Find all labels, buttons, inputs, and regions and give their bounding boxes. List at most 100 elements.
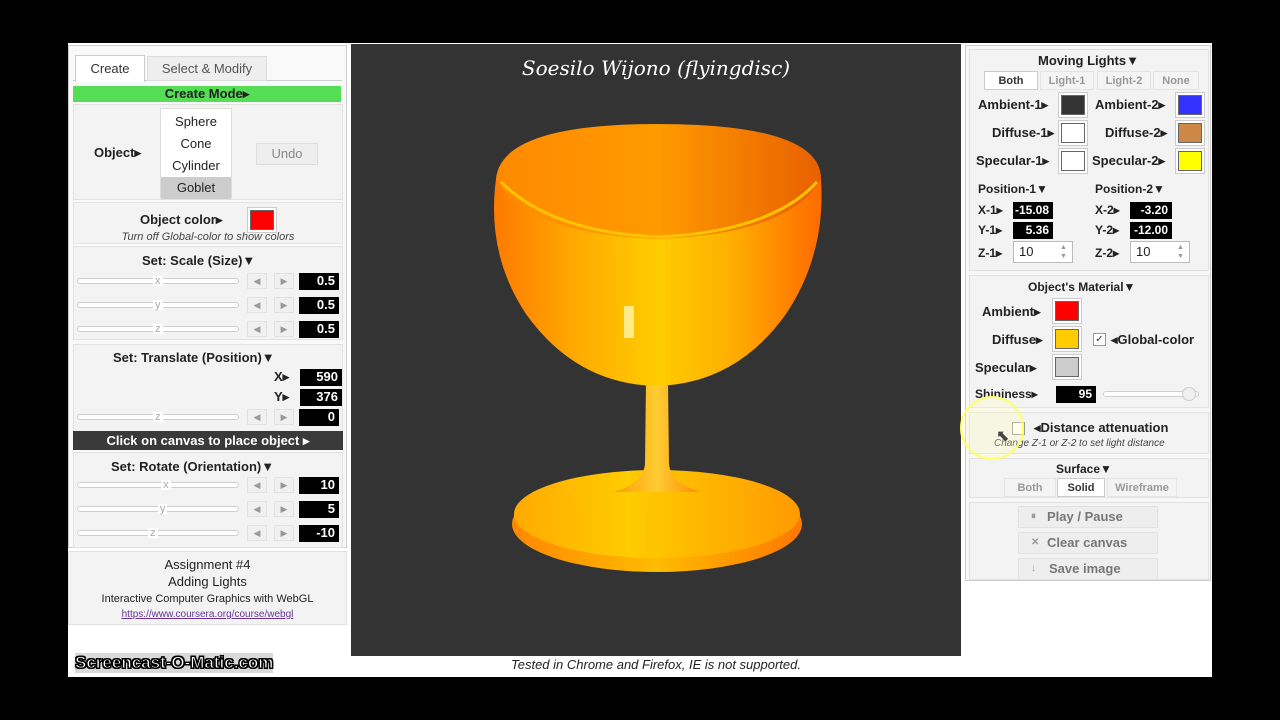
scale-z-decrement-icon[interactable]: ◀ [247, 321, 267, 337]
scale-z-value: 0.5 [299, 321, 339, 338]
goblet-specular [624, 306, 634, 338]
rotate-y-value: 5 [299, 501, 339, 518]
undo-button[interactable]: Undo [256, 143, 318, 165]
scale-x-decrement-icon[interactable]: ◀ [247, 273, 267, 289]
light-tab-none[interactable]: None [1153, 71, 1199, 90]
translate-z-decrement-icon[interactable]: ◀ [247, 409, 267, 425]
diffuse-1-color[interactable] [1059, 121, 1087, 145]
rotate-y-axis-label: y [157, 503, 168, 515]
specular-2-swatch[interactable] [1175, 148, 1205, 174]
scale-z-increment-icon[interactable]: ▶ [274, 321, 294, 337]
scale-y-value: 0.5 [299, 297, 339, 314]
scale-x-increment-icon[interactable]: ▶ [274, 273, 294, 289]
scale-y-decrement-icon[interactable]: ◀ [247, 297, 267, 313]
object-section: Object▸ Sphere Cone Cylinder Goblet Undo [73, 104, 343, 200]
translate-y-value: 376 [300, 389, 342, 406]
scale-title: Set: Scale (Size)▼ [142, 253, 256, 268]
material-diffuse-color[interactable] [1053, 327, 1081, 351]
shininess-value: 95 [1056, 386, 1096, 403]
global-color-label: ◂Global-color [1111, 332, 1195, 347]
specular-1-swatch[interactable] [1058, 148, 1088, 174]
rotate-y-decrement-icon[interactable]: ◀ [247, 501, 267, 517]
mouse-cursor-icon: ⬉ [996, 428, 1010, 445]
diffuse-2-color[interactable] [1176, 121, 1204, 145]
scale-y-increment-icon[interactable]: ▶ [274, 297, 294, 313]
distance-label: ◂Distance attenuation [1034, 420, 1169, 435]
surface-tab-both[interactable]: Both [1004, 478, 1056, 497]
save-image-button[interactable]: ↓ Save image [1018, 558, 1158, 580]
create-mode-bar[interactable]: Create Mode▸ [73, 86, 341, 102]
light-tab-light-2[interactable]: Light-2 [1097, 71, 1151, 90]
object-option-cone[interactable]: Cone [161, 133, 231, 155]
diffuse-2-swatch[interactable] [1175, 120, 1205, 146]
material-specular-color[interactable] [1053, 355, 1081, 379]
translate-z-increment-icon[interactable]: ▶ [274, 409, 294, 425]
specular-1-color[interactable] [1059, 149, 1087, 173]
rotate-x-increment-icon[interactable]: ▶ [274, 477, 294, 493]
surface-tab-wireframe[interactable]: Wireframe [1107, 478, 1177, 497]
ambient-2-color[interactable] [1176, 93, 1204, 117]
surface-title: Surface▼ [1056, 462, 1112, 476]
goblet-render [494, 124, 822, 572]
play-pause-button[interactable]: ⏸ Play / Pause [1018, 506, 1158, 528]
rotate-z-decrement-icon[interactable]: ◀ [247, 525, 267, 541]
global-color-checkbox[interactable]: ✓ [1093, 333, 1106, 346]
ambient-1-color[interactable] [1059, 93, 1087, 117]
y-2-value: -12.00 [1130, 222, 1172, 239]
rotate-x-slider[interactable] [77, 482, 239, 488]
z-1-input[interactable]: 10 ▲ ▼ [1013, 241, 1073, 263]
translate-z-value: 0 [299, 409, 339, 426]
material-ambient-color[interactable] [1053, 299, 1081, 323]
webgl-canvas[interactable]: Soesilo Wijono (flyingdisc) [351, 44, 961, 656]
translate-x-label: X▸ [274, 369, 290, 384]
position-1-title: Position-1▼ [978, 182, 1048, 196]
material-diffuse-swatch[interactable] [1052, 326, 1082, 352]
translate-title: Set: Translate (Position)▼ [113, 350, 275, 365]
rotate-z-slider[interactable] [77, 530, 239, 536]
object-option-goblet[interactable]: Goblet [161, 177, 231, 199]
material-specular-swatch[interactable] [1052, 354, 1082, 380]
lights-section: Moving Lights▼ Both Light-1 Light-2 None Am… [969, 49, 1209, 271]
z-2-spinner-icon[interactable]: ▲ ▼ [1177, 243, 1187, 261]
ambient-1-label: Ambient-1▸ [978, 97, 1049, 112]
surface-tab-solid[interactable]: Solid [1057, 478, 1105, 497]
tab-create[interactable]: Create [75, 55, 145, 82]
object-option-sphere[interactable]: Sphere [161, 111, 231, 133]
specular-2-label: Specular-2▸ [1092, 153, 1165, 168]
object-color-swatch-frame[interactable] [247, 207, 277, 233]
tab-select-modify[interactable]: Select & Modify [147, 56, 267, 81]
light-tab-both[interactable]: Both [984, 71, 1038, 90]
object-label: Object▸ [94, 145, 141, 160]
rotate-title: Set: Rotate (Orientation)▼ [111, 459, 275, 474]
clear-canvas-button[interactable]: ✕ Clear canvas [1018, 532, 1158, 554]
z-1-spinner-icon[interactable]: ▲ ▼ [1060, 243, 1070, 261]
object-option-cylinder[interactable]: Cylinder [161, 155, 231, 177]
position-2-title: Position-2▼ [1095, 182, 1165, 196]
y-1-label: Y-1▸ [978, 223, 1003, 237]
specular-2-color[interactable] [1176, 149, 1204, 173]
place-object-bar[interactable]: Click on canvas to place object ▸ [73, 431, 343, 450]
rotate-y-increment-icon[interactable]: ▶ [274, 501, 294, 517]
diffuse-1-swatch[interactable] [1058, 120, 1088, 146]
ambient-2-swatch[interactable] [1175, 92, 1205, 118]
screencast-watermark: Screencast-O-Matic.com [74, 653, 274, 673]
rotate-x-decrement-icon[interactable]: ◀ [247, 477, 267, 493]
material-ambient-swatch[interactable] [1052, 298, 1082, 324]
ambient-1-swatch[interactable] [1058, 92, 1088, 118]
shininess-slider-handle[interactable] [1182, 387, 1197, 401]
right-panel: Moving Lights▼ Both Light-1 Light-2 None Am… [960, 45, 1211, 581]
z-2-input[interactable]: 10 ▲ ▼ [1130, 241, 1190, 263]
pause-icon: ⏸ [1031, 511, 1036, 522]
cursor-highlight [960, 396, 1024, 460]
ambient-2-label: Ambient-2▸ [1095, 97, 1166, 112]
object-color-swatch[interactable] [248, 208, 276, 232]
scale-y-axis-label: y [153, 299, 163, 311]
course-link[interactable]: https://www.coursera.org/course/webgl [69, 609, 346, 620]
rotate-z-increment-icon[interactable]: ▶ [274, 525, 294, 541]
play-pause-label: Play / Pause [1047, 509, 1123, 524]
light-tab-light-1[interactable]: Light-1 [1040, 71, 1094, 90]
close-icon: ✕ [1031, 537, 1040, 548]
material-specular-label: Specular▸ [975, 360, 1037, 375]
left-panel: Create Select & Modify Create Mode▸ Obje… [68, 45, 347, 548]
assignment-title: Assignment #4 [164, 557, 251, 572]
